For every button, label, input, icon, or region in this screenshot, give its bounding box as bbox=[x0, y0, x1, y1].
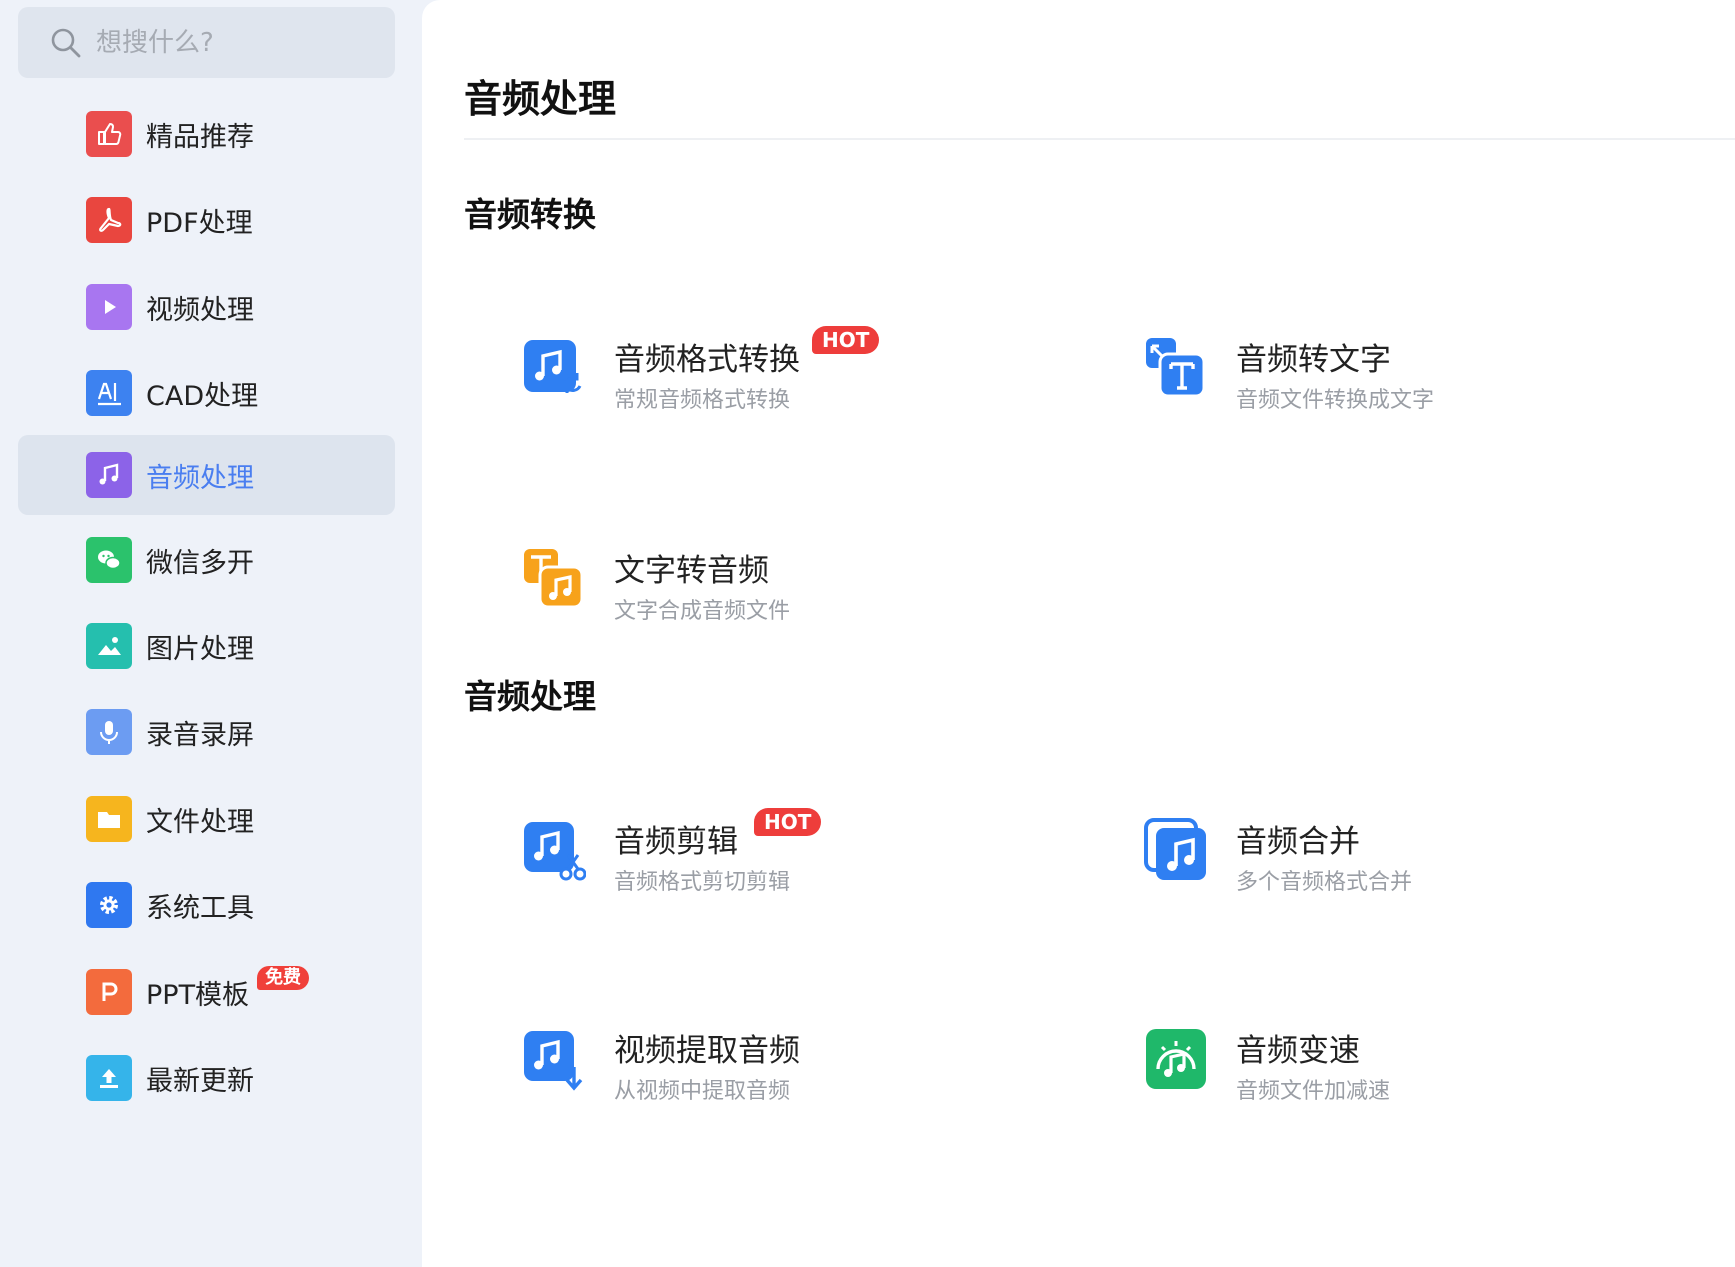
main-panel: 音频处理 音频转换 音频格式转换 HOT 常规音频格式转换 音频转文字 音频文件… bbox=[422, 0, 1735, 1267]
tool-subtitle: 音频文件转换成文字 bbox=[1236, 388, 1435, 413]
folder-icon bbox=[86, 796, 132, 842]
tool-title: 音频剪辑 bbox=[614, 824, 738, 860]
tool-title: 视频提取音频 bbox=[614, 1033, 800, 1069]
microphone-icon bbox=[86, 709, 132, 755]
tool-text-to-audio[interactable]: 文字转音频 文字合成音频文件 bbox=[522, 537, 1082, 647]
sidebar-item-video[interactable]: 视频处理 bbox=[18, 267, 395, 347]
tool-subtitle: 常规音频格式转换 bbox=[614, 388, 791, 413]
upload-icon bbox=[86, 1055, 132, 1101]
tool-audio-format-convert[interactable]: 音频格式转换 HOT 常规音频格式转换 bbox=[522, 326, 1082, 436]
tool-subtitle: 文字合成音频文件 bbox=[614, 599, 791, 624]
pdf-icon bbox=[86, 197, 132, 243]
cad-icon bbox=[86, 370, 132, 416]
video-extract-audio-icon bbox=[524, 1031, 583, 1091]
sidebar-item-label: 录音录屏 bbox=[146, 719, 254, 751]
sidebar-item-system-tools[interactable]: 系统工具 bbox=[18, 865, 395, 945]
tool-subtitle: 多个音频格式合并 bbox=[1236, 870, 1413, 895]
audio-speed-icon bbox=[1146, 1029, 1206, 1089]
section-title: 音频处理 bbox=[464, 677, 596, 716]
sidebar-item-image[interactable]: 图片处理 bbox=[18, 606, 395, 686]
hot-badge: HOT bbox=[754, 808, 822, 836]
page-title: 音频处理 bbox=[464, 77, 617, 121]
sidebar-item-label: 文件处理 bbox=[146, 806, 254, 838]
sidebar-item-label: PDF处理 bbox=[146, 207, 253, 239]
tool-audio-to-text[interactable]: 音频转文字 音频文件转换成文字 bbox=[1144, 326, 1704, 436]
sidebar-item-updates[interactable]: 最新更新 bbox=[18, 1038, 395, 1118]
tool-video-extract-audio[interactable]: 视频提取音频 从视频中提取音频 bbox=[522, 1017, 1082, 1127]
tool-audio-cut[interactable]: 音频剪辑 HOT 音频格式剪切剪辑 bbox=[522, 808, 1082, 918]
sidebar-item-file[interactable]: 文件处理 bbox=[18, 779, 395, 859]
sidebar-item-label: 系统工具 bbox=[146, 892, 254, 924]
tool-title: 文字转音频 bbox=[614, 553, 769, 589]
ppt-icon bbox=[86, 969, 132, 1015]
free-badge: 免费 bbox=[257, 966, 310, 990]
sidebar-item-pdf[interactable]: PDF处理 bbox=[18, 180, 395, 260]
divider bbox=[464, 138, 1735, 140]
sidebar-item-label: PPT模板 bbox=[146, 979, 250, 1011]
sidebar-item-label: 视频处理 bbox=[146, 294, 254, 326]
section-title: 音频转换 bbox=[464, 195, 596, 234]
tool-subtitle: 音频格式剪切剪辑 bbox=[614, 870, 791, 895]
sidebar-item-audio[interactable]: 音频处理 bbox=[18, 435, 395, 515]
sidebar-item-ppt[interactable]: PPT模板 免费 bbox=[18, 952, 395, 1032]
audio-merge-icon bbox=[1144, 818, 1206, 880]
play-icon bbox=[86, 284, 132, 330]
music-note-icon bbox=[86, 452, 132, 498]
tool-title: 音频格式转换 bbox=[614, 342, 800, 378]
sidebar-item-wechat[interactable]: 微信多开 bbox=[18, 520, 395, 600]
audio-to-text-icon bbox=[1146, 338, 1206, 398]
sidebar-item-label: 精品推荐 bbox=[146, 121, 254, 153]
image-icon bbox=[86, 623, 132, 669]
tool-title: 音频转文字 bbox=[1236, 342, 1391, 378]
sidebar-item-record[interactable]: 录音录屏 bbox=[18, 692, 395, 772]
tool-title: 音频变速 bbox=[1236, 1033, 1360, 1069]
hot-badge: HOT bbox=[812, 326, 880, 354]
audio-convert-icon bbox=[524, 340, 582, 393]
gear-icon bbox=[86, 882, 132, 928]
tool-audio-merge[interactable]: 音频合并 多个音频格式合并 bbox=[1144, 808, 1704, 918]
search-box[interactable] bbox=[18, 7, 395, 78]
search-icon bbox=[51, 28, 81, 57]
wechat-icon bbox=[86, 537, 132, 583]
tool-title: 音频合并 bbox=[1236, 824, 1360, 860]
sidebar-item-label: CAD处理 bbox=[146, 380, 259, 412]
sidebar: 精品推荐 PDF处理 视频处理 CAD处理 音频 bbox=[0, 0, 422, 1267]
text-to-audio-icon bbox=[524, 549, 584, 609]
sidebar-item-cad[interactable]: CAD处理 bbox=[18, 353, 395, 433]
search-input[interactable] bbox=[96, 27, 386, 58]
audio-cut-icon bbox=[524, 822, 586, 881]
tool-subtitle: 音频文件加减速 bbox=[1236, 1079, 1391, 1104]
sidebar-item-recommended[interactable]: 精品推荐 bbox=[18, 94, 395, 174]
tool-audio-speed[interactable]: 音频变速 音频文件加减速 bbox=[1144, 1017, 1704, 1127]
sidebar-item-label: 最新更新 bbox=[146, 1065, 254, 1097]
tool-subtitle: 从视频中提取音频 bbox=[614, 1079, 791, 1104]
sidebar-item-label: 图片处理 bbox=[146, 633, 254, 665]
sidebar-item-label: 微信多开 bbox=[146, 547, 254, 579]
thumbs-up-icon bbox=[86, 111, 132, 157]
sidebar-item-label: 音频处理 bbox=[146, 462, 254, 494]
